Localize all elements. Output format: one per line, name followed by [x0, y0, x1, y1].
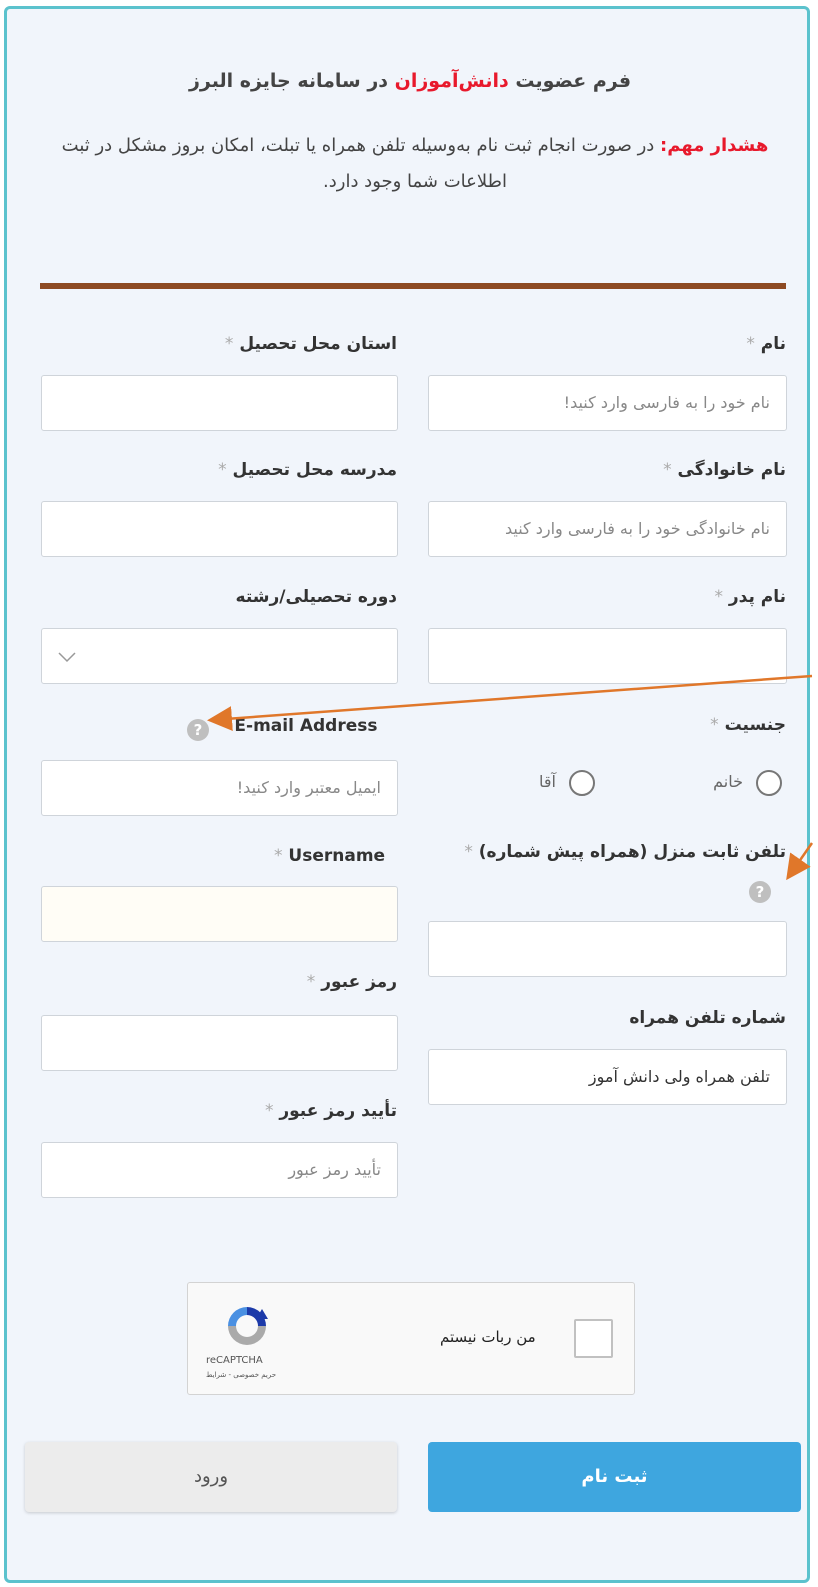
recaptcha-checkbox[interactable]	[574, 1319, 613, 1358]
recaptcha-widget: من ربات نیستم reCAPTCHA حریم خصوصی - شرا…	[187, 1282, 635, 1395]
login-button[interactable]: ورود	[25, 1442, 397, 1512]
recaptcha-logo-icon	[228, 1307, 268, 1345]
recaptcha-label: من ربات نیستم	[440, 1328, 536, 1346]
recaptcha-links[interactable]: حریم خصوصی - شرایط	[206, 1371, 276, 1379]
recaptcha-brand: reCAPTCHA	[206, 1355, 263, 1366]
register-button[interactable]: ثبت نام	[428, 1442, 801, 1512]
